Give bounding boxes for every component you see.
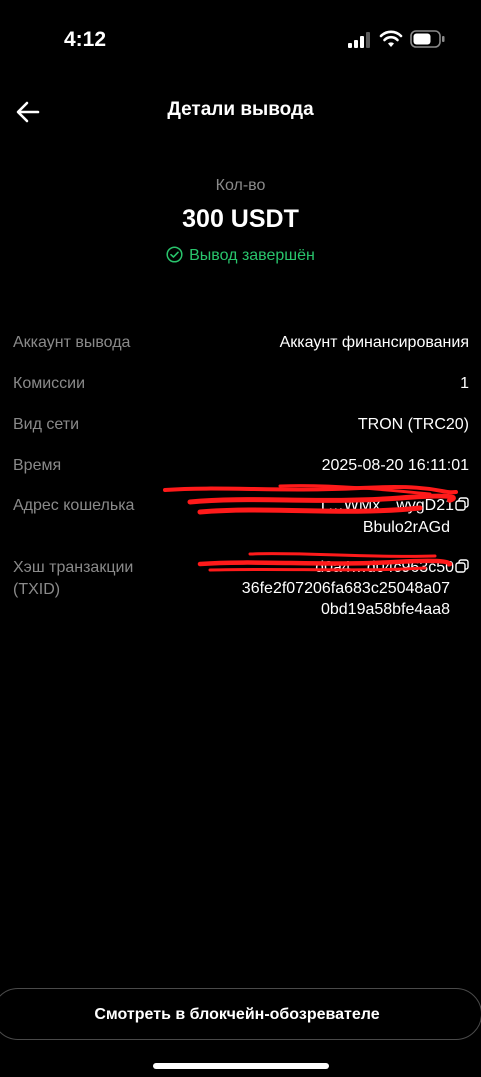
time-value: 2025-08-20 16:11:01 [321,457,469,474]
wallet-address-line1: T…WMx…wygD21 [317,497,454,514]
battery-icon [410,30,445,48]
txid-line1: d0a4…d04c963c50 [315,559,454,576]
cellular-signal-icon [348,32,370,48]
status-badge: Вывод завершён [0,246,481,265]
txid-label-line1: Хэш транзакции [13,559,134,576]
copy-icon[interactable] [455,559,469,573]
copy-icon[interactable] [455,497,469,511]
network-label: Вид сети [13,416,80,433]
header: Детали вывода [0,88,481,136]
fee-label: Комиссии [13,375,86,392]
view-in-explorer-button[interactable]: Смотреть в блокчейн-обозревателе [0,988,481,1040]
txid-label-line2: (TXID) [13,581,61,598]
detail-row-address: Адрес кошелька T…WMx…wygD21 Bbulo2rAGd [13,495,469,545]
status-text: Вывод завершён [189,247,315,264]
home-indicator[interactable] [153,1063,329,1069]
status-bar: 4:12 [0,0,481,80]
amount-label: Кол-во [215,177,266,194]
check-circle-icon [166,246,183,263]
page-title: Детали вывода [167,99,314,120]
account-value: Аккаунт финансирования [279,334,469,351]
time-label: Время [13,457,62,474]
txid-line3: 0bd19a58bfe4aa8 [320,601,450,618]
wallet-address: T…WMx…wygD21 Bbulo2rAGd [199,495,469,539]
wallet-address-line2: Bbulo2rAGd [362,519,450,536]
txid-hash: d0a4…d04c963c50 36fe2f07206fa683c25048a0… [204,557,469,620]
txid-line2: 36fe2f07206fa683c25048a07 [241,580,450,597]
network-value: TRON (TRC20) [357,416,469,433]
fee-value: 1 [460,375,469,392]
txid-label: Хэш транзакции (TXID) [13,557,133,601]
address-label: Адрес кошелька [13,497,135,514]
detail-row-txid: Хэш транзакции (TXID) d0a4…d04c963c50 36… [13,557,469,625]
wifi-icon [379,30,403,47]
account-label: Аккаунт вывода [13,334,131,351]
status-time: 4:12 [64,28,107,51]
amount-value: 300 USDT [182,205,299,233]
